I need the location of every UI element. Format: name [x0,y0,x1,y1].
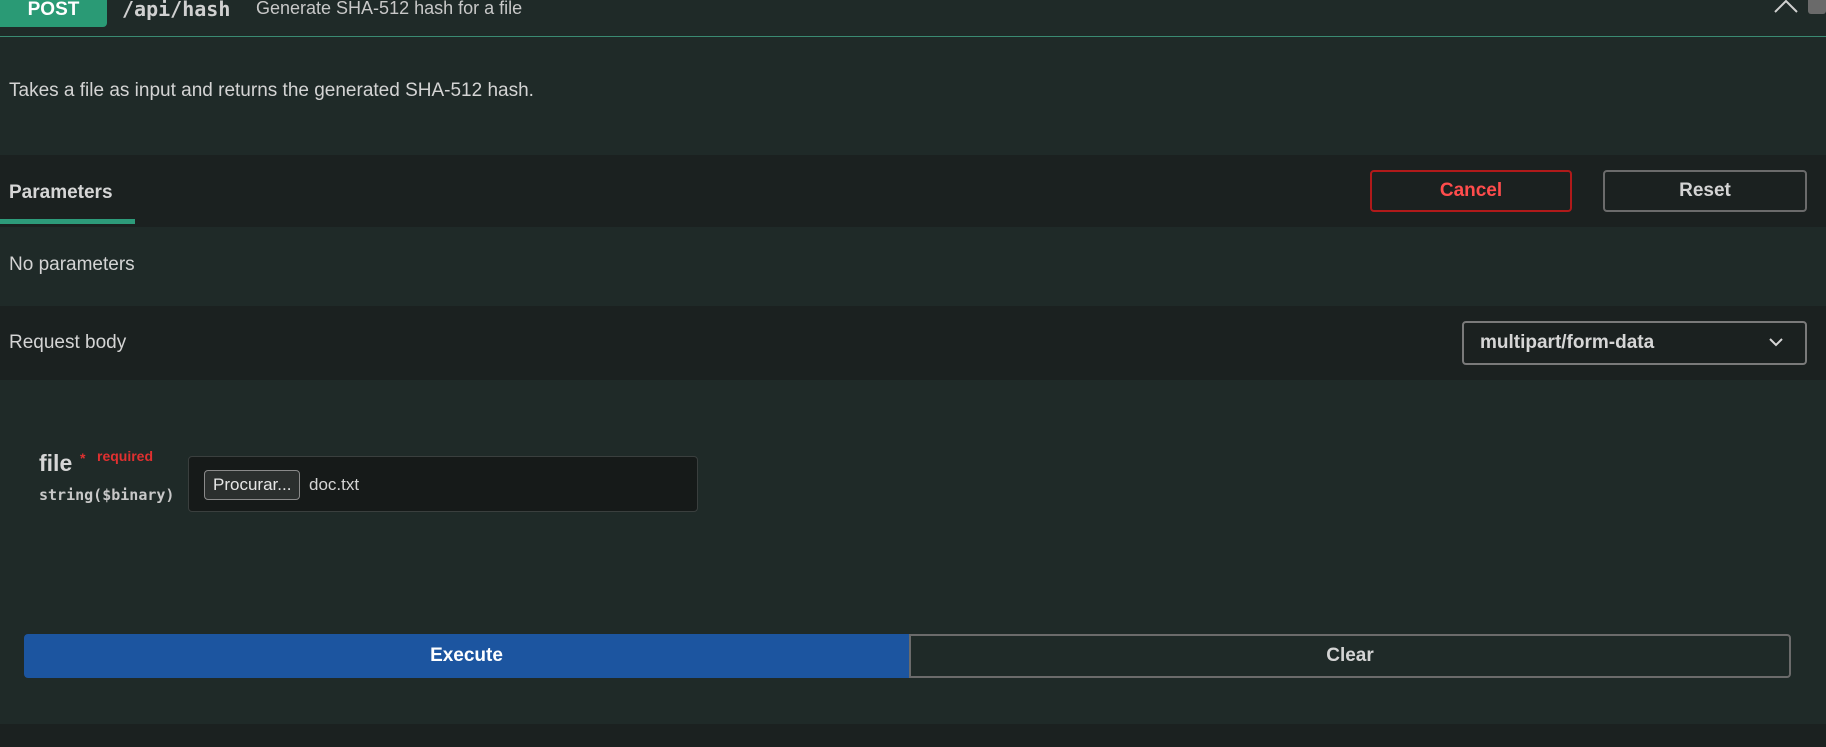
file-input[interactable]: Procurar... doc.txt [188,456,698,512]
footer-divider [0,724,1826,747]
parameters-section-header: Parameters Cancel Reset [0,155,1826,227]
cancel-button[interactable]: Cancel [1370,170,1572,212]
chevron-down-icon [1769,338,1783,347]
field-type: string($binary) [39,486,175,504]
chevron-up-icon[interactable] [1773,0,1799,14]
operation-header[interactable]: POST /api/hash Generate SHA-512 hash for… [0,0,1826,37]
endpoint-summary: Generate SHA-512 hash for a file [256,0,523,18]
copy-icon[interactable] [1808,0,1826,14]
tab-active-indicator [0,219,135,224]
operation-description: Takes a file as input and returns the ge… [9,80,534,101]
request-body-section-header: Request body multipart/form-data [0,306,1826,380]
browse-button[interactable]: Procurar... [204,470,301,500]
field-name: file [39,450,73,476]
clear-button[interactable]: Clear [909,634,1791,678]
request-body-label: Request body [9,332,127,353]
required-star: * [80,450,86,466]
selected-file-name: doc.txt [309,475,360,494]
endpoint-path: /api/hash [122,0,231,21]
required-label: required [97,448,154,464]
content-type-select[interactable]: multipart/form-data [1462,321,1807,365]
content-type-value: multipart/form-data [1480,332,1655,353]
tab-parameters[interactable]: Parameters [9,182,113,204]
no-parameters-text: No parameters [9,254,135,275]
http-method-badge: POST [0,0,107,27]
reset-button[interactable]: Reset [1603,170,1807,212]
execute-button[interactable]: Execute [24,634,909,678]
